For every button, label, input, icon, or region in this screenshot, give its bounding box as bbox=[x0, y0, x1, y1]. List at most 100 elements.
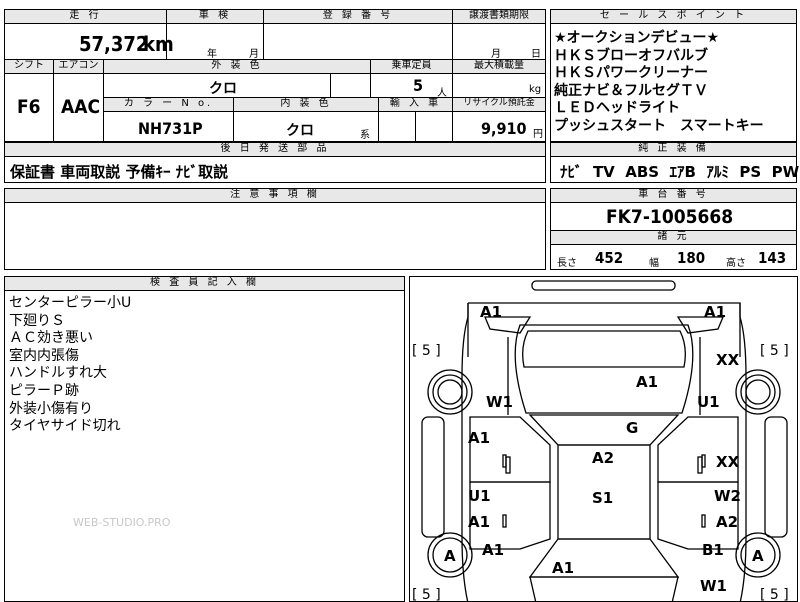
mark-front-left: A1 bbox=[480, 303, 502, 321]
recycle-label: リサイクル預託金 bbox=[452, 97, 546, 112]
sales-points-label: セ ー ル ス ポ イ ン ト bbox=[550, 9, 797, 24]
car-diagram-panel: [ 5 ] [ 5 ] [ 5 ] [ 5 ] A1 A1 XX A1 W1 U… bbox=[409, 276, 798, 602]
inspector-note-7: 外装小傷有り bbox=[9, 400, 93, 417]
transfer-cell: 月 日 bbox=[452, 23, 546, 60]
inspector-cell: センターピラー小U 下廻りＳ ＡＣ効き悪い 室内内張傷 ハンドルすれ大 ピラーＰ… bbox=[4, 290, 405, 602]
mark-hood: A1 bbox=[636, 373, 658, 391]
sales-point-2: ＨＫＳブローオフバルブ bbox=[554, 47, 708, 64]
mark-rear-left: A1 bbox=[482, 541, 504, 559]
import-label: 輸 入 車 bbox=[378, 97, 453, 112]
transfer-day: 日 bbox=[531, 49, 541, 60]
shift-value: F6 bbox=[17, 96, 41, 118]
width-value: 180 bbox=[677, 249, 706, 267]
inspector-note-5: ハンドルすれ大 bbox=[9, 365, 107, 382]
handle-rl bbox=[502, 514, 507, 528]
inspector-note-2: 下廻りＳ bbox=[9, 312, 65, 329]
inspector-note-6: ピラーＰ跡 bbox=[9, 382, 79, 399]
skirt-left bbox=[421, 416, 445, 538]
watermark: WEB-STUDIO.PRO bbox=[73, 516, 171, 529]
recycle-unit: 円 bbox=[533, 129, 543, 140]
load-label: 最大積載量 bbox=[452, 59, 546, 74]
inspector-note-3: ＡＣ効き悪い bbox=[9, 330, 93, 347]
mark-rear-right: B1 bbox=[702, 541, 724, 559]
mileage-value: 57,372 bbox=[79, 32, 149, 56]
wheel-front-left-icon bbox=[427, 369, 473, 415]
recycle-cell: 9,910 円 bbox=[452, 111, 546, 142]
capacity-cell: 5 人 bbox=[370, 73, 453, 99]
transfer-month: 月 bbox=[491, 49, 501, 60]
mark-door-rr-a: A2 bbox=[716, 513, 738, 531]
capacity-label: 乗車定員 bbox=[370, 59, 453, 74]
mark-rear-glass: W1 bbox=[700, 577, 727, 595]
width-label: 幅 bbox=[649, 258, 659, 269]
mark-roof: G bbox=[626, 419, 638, 437]
load-unit: kg bbox=[529, 84, 542, 95]
windshield bbox=[528, 414, 680, 446]
import-cell bbox=[378, 111, 416, 142]
accessories-value: 保証書 車両取説 予備ｷｰ ﾅﾋﾞ取説 bbox=[10, 163, 229, 181]
inspector-note-4: 室内内張傷 bbox=[9, 347, 79, 364]
hood bbox=[514, 324, 694, 414]
mark-door-rl-u: U1 bbox=[468, 487, 491, 505]
mark-door-rr-w: W2 bbox=[714, 487, 741, 505]
color-no-label: カ ラ ー N o. bbox=[103, 97, 234, 112]
chassis-value: FK7-1005668 bbox=[606, 206, 734, 228]
mark-wheel-rl: A bbox=[444, 547, 456, 565]
sales-point-5: ＬＥＤヘッドライト bbox=[554, 100, 680, 116]
exterior-extra-cell bbox=[330, 73, 371, 98]
equipment-label: 純 正 装 備 bbox=[550, 142, 797, 157]
height-label: 高さ bbox=[726, 258, 746, 269]
tire-fl: [ 5 ] bbox=[412, 343, 441, 359]
skirt-right bbox=[764, 416, 788, 538]
interior-cell: クロ 系 bbox=[233, 111, 379, 142]
sales-points-cell: ★オークションデビュー★ ＨＫＳブローオフバルブ ＨＫＳパワークリーナー 純正ナ… bbox=[550, 23, 797, 142]
sales-point-1: ★オークションデビュー★ bbox=[554, 30, 720, 46]
exterior-value: クロ bbox=[209, 81, 237, 97]
ac-cell: AAC bbox=[53, 73, 104, 142]
interior-unit: 系 bbox=[360, 130, 370, 141]
mark-door-fl: A1 bbox=[468, 429, 490, 447]
handle-fr bbox=[701, 454, 706, 468]
hood-inner bbox=[522, 330, 686, 368]
shift-cell: F6 bbox=[4, 73, 54, 142]
mark-door-fr: XX bbox=[716, 453, 740, 471]
handle-fl bbox=[502, 454, 507, 468]
handle-rr bbox=[701, 514, 706, 528]
inspection-cell: 年 月 bbox=[166, 23, 264, 60]
dimensions-cell: 長さ 452 幅 180 高さ 143 bbox=[550, 244, 797, 270]
car-diagram: [ 5 ] [ 5 ] [ 5 ] [ 5 ] A1 A1 XX A1 W1 U… bbox=[412, 280, 789, 601]
inspection-year: 年 bbox=[207, 49, 217, 60]
mark-fender-right: XX bbox=[716, 351, 740, 369]
interior-value: クロ bbox=[286, 123, 314, 139]
mark-windshield-left: W1 bbox=[486, 393, 513, 411]
inspector-note-1: センターピラー小U bbox=[9, 295, 132, 311]
equipment-value: ﾅﾋﾞ TV ABS ｴｱB ｱﾙﾐ PS PW bbox=[560, 163, 800, 181]
mileage-cell: 57,372 km bbox=[4, 23, 174, 60]
dimensions-label: 諸 元 bbox=[550, 230, 797, 245]
inspector-note-8: タイヤサイド切れ bbox=[9, 418, 121, 435]
ac-label: エアコン bbox=[53, 59, 104, 74]
sales-point-6: プッシュスタート スマートキー bbox=[554, 117, 764, 134]
sales-point-4: 純正ナビ＆フルセグＴＶ bbox=[554, 82, 708, 99]
inspector-label: 検 査 員 記 入 欄 bbox=[4, 276, 405, 291]
ac-value: AAC bbox=[61, 96, 101, 118]
height-value: 143 bbox=[758, 249, 787, 267]
front-bumper bbox=[531, 280, 676, 291]
accessories-cell: 保証書 車両取説 予備ｷｰ ﾅﾋﾞ取説 bbox=[4, 156, 546, 183]
registration-label: 登 録 番 号 bbox=[263, 9, 453, 24]
mark-trunk: A1 bbox=[552, 559, 574, 577]
caution-cell bbox=[4, 202, 546, 270]
accessories-label: 後 日 発 送 部 品 bbox=[4, 142, 546, 157]
length-label: 長さ bbox=[557, 258, 577, 269]
registration-cell bbox=[263, 23, 453, 60]
inspection-month: 月 bbox=[249, 49, 259, 60]
tire-fr: [ 5 ] bbox=[760, 343, 789, 359]
load-cell: kg bbox=[452, 73, 546, 98]
inspection-label: 車 検 bbox=[166, 9, 264, 24]
shift-label: シフト bbox=[4, 59, 54, 74]
mark-seat: S1 bbox=[592, 489, 613, 507]
chassis-label: 車 台 番 号 bbox=[550, 188, 797, 203]
caution-label: 注 意 事 項 欄 bbox=[4, 188, 546, 203]
chassis-cell: FK7-1005668 bbox=[550, 202, 797, 231]
mark-pillar-right: U1 bbox=[697, 393, 720, 411]
